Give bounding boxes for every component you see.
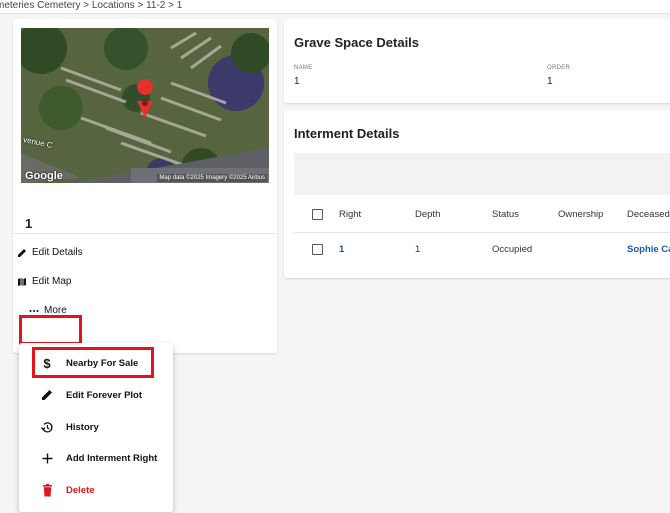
- column-header-status[interactable]: Status: [492, 209, 519, 220]
- menu-item-add-interment-right[interactable]: Add Interment Right: [19, 444, 173, 472]
- more-button[interactable]: More: [28, 305, 67, 316]
- menu-item-edit-forever-plot[interactable]: Edit Forever Plot: [19, 381, 173, 409]
- column-header-right[interactable]: Right: [339, 209, 361, 220]
- field-label-order: ORDER: [547, 65, 571, 71]
- menu-item-label: Delete: [66, 484, 95, 496]
- edit-map-button[interactable]: Edit Map: [16, 276, 71, 287]
- menu-item-label: History: [66, 421, 99, 433]
- select-all-checkbox[interactable]: [312, 209, 323, 220]
- breadcrumb-text[interactable]: meteries Cemetery > Locations > 11-2 > 1: [0, 0, 182, 11]
- cell-deceased-link[interactable]: Sophie Ca: [627, 244, 670, 255]
- menu-item-label: Nearby For Sale: [66, 357, 139, 369]
- grave-space-title: Grave Space Details: [294, 35, 420, 50]
- plot-name: 1: [25, 216, 33, 231]
- more-label: More: [44, 305, 67, 316]
- grave-space-card: Grave Space Details NAME 1 ORDER 1: [284, 19, 670, 103]
- plot-summary-card: venue C Google Map data ©2025 Imagery ©2…: [13, 19, 277, 353]
- column-header-ownership[interactable]: Ownership: [558, 209, 603, 220]
- interment-title: Interment Details: [294, 126, 400, 141]
- pencil-icon: [16, 248, 28, 258]
- field-value-name: 1: [294, 76, 300, 87]
- trash-icon: [40, 483, 54, 497]
- menu-item-label: Add Interment Right: [66, 452, 158, 464]
- map-image: [21, 28, 269, 183]
- edit-details-button[interactable]: Edit Details: [16, 247, 83, 258]
- more-menu: $ Nearby For Sale Edit Forever Plot Hist…: [19, 343, 173, 512]
- cell-right-link[interactable]: 1: [339, 244, 344, 255]
- column-header-deceased[interactable]: Deceased: [627, 209, 670, 220]
- interment-card: Interment Details Right Depth Status Own…: [284, 110, 670, 278]
- cell-depth: 1: [415, 244, 421, 255]
- menu-item-delete[interactable]: Delete: [19, 476, 173, 504]
- edit-details-label: Edit Details: [32, 247, 83, 258]
- more-horizontal-icon: [28, 309, 40, 313]
- field-label-name: NAME: [294, 65, 313, 71]
- column-header-depth[interactable]: Depth: [415, 209, 440, 220]
- map-credit[interactable]: Map data ©2025 Imagery ©2025 Airbus: [157, 174, 267, 182]
- satellite-map[interactable]: venue C Google Map data ©2025 Imagery ©2…: [21, 28, 269, 183]
- google-logo: Google: [25, 170, 63, 182]
- menu-item-history[interactable]: History: [19, 413, 173, 441]
- menu-item-nearby-for-sale[interactable]: $ Nearby For Sale: [19, 349, 173, 377]
- dollar-icon: $: [43, 355, 51, 371]
- breadcrumb: meteries Cemetery > Locations > 11-2 > 1: [0, 0, 670, 14]
- plus-icon: [40, 453, 54, 464]
- pencil-icon: [40, 389, 54, 401]
- divider: [13, 233, 277, 234]
- map-icon: [16, 277, 28, 287]
- field-value-order: 1: [547, 76, 553, 87]
- history-icon: [40, 421, 54, 434]
- row-divider: [294, 232, 670, 233]
- edit-map-label: Edit Map: [32, 276, 72, 287]
- menu-item-label: Edit Forever Plot: [66, 389, 143, 401]
- table-toolbar: [294, 153, 670, 195]
- cell-status: Occupied: [492, 244, 533, 255]
- row-checkbox[interactable]: [312, 244, 323, 255]
